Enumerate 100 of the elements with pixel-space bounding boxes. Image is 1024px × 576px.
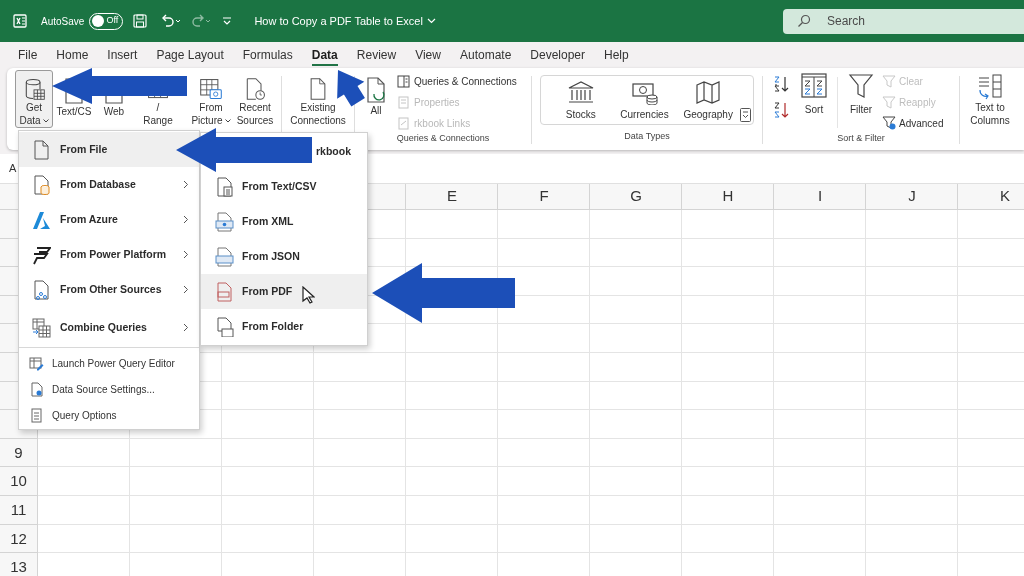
chevron-right-icon: [183, 323, 189, 332]
sort-button[interactable]: Sort: [795, 73, 833, 132]
sort-ascending-icon: [773, 75, 789, 93]
sort-descending-icon: [773, 101, 789, 119]
document-title-text: How to Copy a PDF Table to Excel: [254, 13, 423, 29]
xml-document-icon: [214, 211, 234, 232]
save-icon: [133, 14, 148, 28]
menu-item[interactable]: Combine Queries: [19, 310, 199, 345]
more-options-icon: [740, 108, 751, 122]
ribbon-tab[interactable]: Insert: [100, 42, 145, 68]
ribbon-button[interactable]: Existing Connections: [286, 70, 350, 128]
chevron-right-icon: [183, 285, 189, 294]
ribbon-tab[interactable]: Formulas: [235, 42, 300, 68]
gallery-item[interactable]: Currencies: [612, 78, 677, 122]
text-to-columns-button[interactable]: Text to Columns: [964, 70, 1016, 128]
chevron-right-icon: [183, 250, 189, 259]
menu-item[interactable]: Data Source Settings...: [19, 376, 199, 402]
undo-icon: [160, 14, 183, 28]
ribbon-tab[interactable]: Data: [304, 42, 345, 68]
customize-toolbar-icon: [222, 16, 233, 26]
ribbon-button[interactable]: Get Data: [15, 70, 53, 128]
ribbon-tab[interactable]: View: [408, 42, 448, 68]
triangle-logo-icon: [31, 209, 51, 230]
sort-icon: [801, 73, 827, 99]
camera-table-icon: [197, 77, 225, 101]
chevron-right-icon: [183, 215, 189, 224]
name-box[interactable]: A: [9, 160, 17, 177]
ribbon-button[interactable]: Queries & Connections: [397, 73, 517, 91]
column-header[interactable]: K: [958, 184, 1024, 209]
menu-item[interactable]: From Power Platform: [19, 237, 199, 272]
filter-icon: [882, 95, 896, 110]
menu-item[interactable]: From Azure: [19, 202, 199, 237]
database-document-icon: [31, 174, 51, 195]
group-label: Data Types: [624, 130, 670, 143]
filter-icon: [882, 116, 896, 131]
column-header[interactable]: J: [866, 184, 958, 209]
group-label: Sort & Filter: [836, 132, 886, 145]
mouse-pointer-icon: [302, 285, 316, 304]
menu-item[interactable]: From XML: [201, 204, 367, 239]
column-header[interactable]: G: [590, 184, 682, 209]
ribbon-button[interactable]: From Picture: [189, 70, 233, 128]
ribbon-tab[interactable]: Home: [49, 42, 96, 68]
edit-table-icon: [29, 355, 44, 371]
column-header[interactable]: I: [774, 184, 866, 209]
json-document-icon: [214, 246, 234, 267]
document-network-icon: [31, 279, 51, 300]
row-header[interactable]: 12: [0, 524, 37, 554]
group-label: Queries & Connections: [395, 132, 491, 145]
column-header[interactable]: E: [406, 184, 498, 209]
panel-icon: [397, 75, 410, 89]
split-columns-icon: [976, 73, 1004, 101]
ribbon-tab[interactable]: Automate: [452, 42, 519, 68]
filter-button[interactable]: Filter: [842, 73, 880, 132]
chevron-down-icon: [426, 18, 436, 24]
spreadsheet-app-icon: [13, 14, 27, 28]
plug-icon: [31, 244, 51, 265]
ribbon-button[interactable]: Recent Sources: [233, 70, 277, 128]
text-document-icon: [214, 176, 234, 197]
search-field[interactable]: Search: [783, 8, 1024, 34]
gallery-item[interactable]: Geography: [676, 78, 740, 122]
gallery-item[interactable]: Stocks: [549, 78, 613, 122]
row-header[interactable]: 11: [0, 496, 37, 525]
menu-item[interactable]: From Text/CSV: [201, 169, 367, 204]
redo-icon: [190, 14, 213, 28]
menu-item[interactable]: From Database: [19, 167, 199, 202]
refresh-button[interactable]: All: [359, 70, 393, 128]
search-icon: [797, 14, 811, 28]
document-title[interactable]: How to Copy a PDF Table to Excel: [254, 12, 436, 30]
map-icon: [694, 78, 723, 105]
menu-item[interactable]: From JSON: [201, 239, 367, 274]
menu-item[interactable]: Query Options: [19, 402, 199, 428]
column-header[interactable]: F: [498, 184, 590, 209]
merge-tables-icon: [31, 317, 51, 338]
callout-arrow: [337, 70, 365, 107]
menu-item[interactable]: rkbook: [314, 134, 367, 169]
ribbon-tab[interactable]: Developer: [523, 42, 593, 68]
menu-item[interactable]: From Other Sources: [19, 272, 199, 307]
chevron-right-icon: [183, 180, 189, 189]
link-document-icon: [397, 116, 410, 130]
options-icon: [29, 407, 44, 423]
ribbon-tab[interactable]: File: [11, 42, 45, 68]
chevron-down-icon: [42, 118, 49, 123]
menu-item[interactable]: From PDF: [201, 274, 367, 309]
chevron-down-icon: [224, 118, 231, 123]
filter-icon: [882, 74, 896, 89]
row-header[interactable]: 9: [0, 438, 37, 468]
row-header[interactable]: 10: [0, 467, 37, 496]
menu-item[interactable]: From Folder: [201, 309, 367, 344]
row-header[interactable]: 13: [0, 553, 37, 576]
pdf-document-icon: [214, 281, 234, 302]
menu-item[interactable]: Launch Power Query Editor: [19, 350, 199, 376]
ribbon-tab[interactable]: Page Layout: [149, 42, 231, 68]
document-gear-icon: [29, 381, 44, 397]
ribbon-button[interactable]: Advanced: [882, 114, 944, 132]
autosave-label: AutoSave: [41, 14, 85, 29]
menu-item[interactable]: From File: [19, 132, 199, 167]
ribbon-tab[interactable]: Help: [597, 42, 636, 68]
ribbon-tab[interactable]: Review: [349, 42, 404, 68]
column-header[interactable]: H: [682, 184, 774, 209]
folder-document-icon: [214, 316, 234, 337]
